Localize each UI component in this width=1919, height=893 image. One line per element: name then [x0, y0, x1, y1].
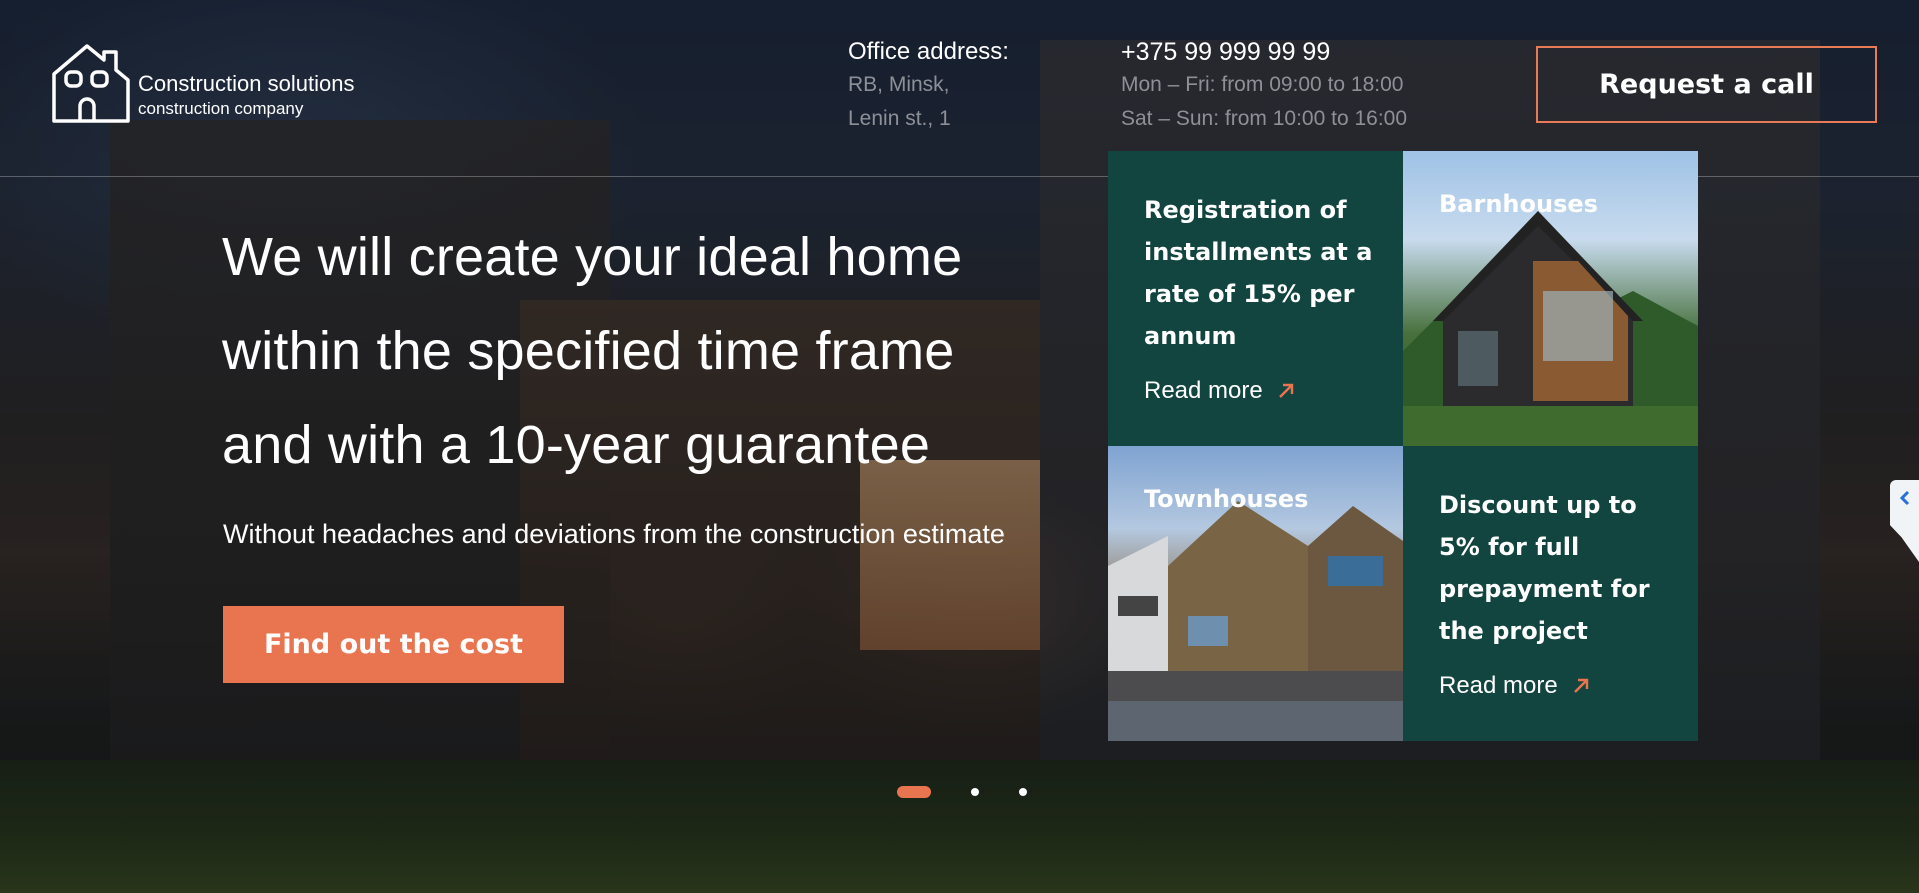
logo-tagline: construction company [138, 99, 304, 118]
chevron-left-icon [1899, 490, 1909, 506]
arrow-up-right-icon [1278, 383, 1293, 398]
hero-headline-line-1: We will create your ideal home [222, 227, 963, 287]
office-address-label: Office address: [848, 38, 1009, 65]
card-installments-title: Registration of installments at a rate o… [1144, 196, 1373, 350]
card-townhouses-title: Townhouses [1144, 485, 1309, 513]
slider-dots [897, 786, 1067, 798]
find-cost-button[interactable]: Find out the cost [223, 606, 564, 683]
hours-weekend: Sat – Sun: from 10:00 to 16:00 [1121, 107, 1408, 130]
read-more-link[interactable]: Read more [1144, 377, 1295, 405]
house-icon [52, 44, 130, 123]
phone-number[interactable]: +375 99 999 99 99 [1121, 36, 1407, 68]
slider-dot-2[interactable] [971, 788, 979, 796]
hero-headline: We will create your ideal home within th… [222, 210, 1042, 492]
contacts: +375 99 999 99 99 Mon – Fri: from 09:00 … [1121, 36, 1407, 136]
arrow-up-right-icon [1573, 678, 1588, 693]
office-address: Office address: RB, Minsk, Lenin st., 1 [848, 36, 1009, 136]
card-townhouses[interactable]: Townhouses [1108, 446, 1403, 741]
read-more-label: Read more [1439, 672, 1558, 699]
logo-name: Construction solutions [138, 71, 355, 96]
hero-headline-line-2: within the specified time frame [222, 321, 955, 381]
feature-cards: Registration of installments at a rate o… [1108, 151, 1698, 741]
read-more-link[interactable]: Read more [1439, 672, 1590, 700]
office-address-line-1: RB, Minsk, [848, 73, 950, 96]
office-address-line-2: Lenin st., 1 [848, 107, 951, 130]
card-barnhouses[interactable]: Barnhouses [1403, 151, 1698, 446]
card-discount-title: Discount up to 5% for full prepayment fo… [1439, 491, 1650, 645]
card-installments[interactable]: Registration of installments at a rate o… [1108, 151, 1403, 446]
card-discount[interactable]: Discount up to 5% for full prepayment fo… [1403, 446, 1698, 741]
request-call-button[interactable]: Request a call [1536, 46, 1877, 123]
logo[interactable]: Construction solutions construction comp… [50, 42, 354, 124]
slider-dot-1[interactable] [897, 786, 931, 798]
card-barnhouses-title: Barnhouses [1439, 190, 1598, 218]
hours-weekdays: Mon – Fri: from 09:00 to 18:00 [1121, 73, 1404, 96]
read-more-label: Read more [1144, 377, 1263, 404]
hero-headline-line-3: and with a 10-year guarantee [222, 415, 931, 475]
hero-subline: Without headaches and deviations from th… [223, 519, 1005, 549]
slider-dot-3[interactable] [1019, 788, 1027, 796]
